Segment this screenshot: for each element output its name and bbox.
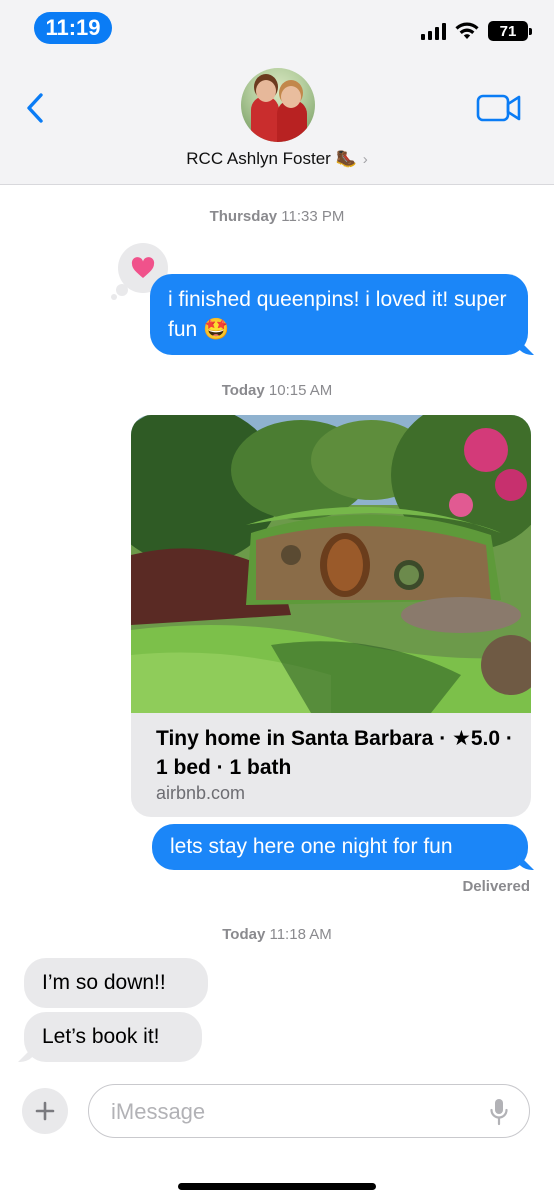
timestamp: Thursday 11:33 PM bbox=[209, 208, 345, 225]
status-time[interactable]: 11:19 bbox=[34, 12, 112, 44]
back-button[interactable] bbox=[20, 88, 50, 128]
apps-plus-button[interactable] bbox=[22, 1088, 68, 1134]
microphone-icon[interactable] bbox=[489, 1098, 509, 1126]
link-preview-image bbox=[131, 415, 531, 713]
wifi-icon bbox=[455, 22, 479, 39]
contact-name-button[interactable]: RCC Ashlyn Foster 🥾 › bbox=[0, 149, 554, 169]
battery-level: 71 bbox=[499, 22, 517, 40]
link-preview-card[interactable]: Tiny home in Santa Barbara · ★5.0 · 1 be… bbox=[131, 415, 531, 817]
outgoing-message[interactable]: i finished queenpins! i loved it! super … bbox=[150, 274, 528, 355]
heart-icon bbox=[131, 257, 155, 278]
signal-icon bbox=[421, 22, 446, 40]
conversation-header: 11:19 71 RCC Ashlyn Foster 🥾 › bbox=[0, 0, 554, 185]
message-compose-field[interactable] bbox=[88, 1084, 530, 1138]
link-preview-domain: airbnb.com bbox=[156, 783, 246, 803]
message-input[interactable] bbox=[109, 1095, 483, 1129]
home-indicator[interactable] bbox=[178, 1183, 376, 1190]
battery-icon: 71 bbox=[488, 21, 532, 41]
status-icons: 71 bbox=[421, 18, 532, 44]
incoming-message[interactable]: Let’s book it! bbox=[24, 1012, 202, 1062]
delivery-status: Delivered bbox=[462, 878, 530, 895]
incoming-message[interactable]: I’m so down!! bbox=[24, 958, 208, 1008]
timestamp: Today 10:15 AM bbox=[221, 382, 333, 399]
plus-icon bbox=[35, 1101, 55, 1121]
timestamp: Today 11:18 AM bbox=[222, 926, 332, 943]
contact-name: RCC Ashlyn Foster 🥾 bbox=[186, 149, 357, 168]
link-preview-title: Tiny home in Santa Barbara · ★5.0 · 1 be… bbox=[156, 727, 513, 779]
chevron-right-icon: › bbox=[362, 151, 368, 168]
outgoing-message[interactable]: lets stay here one night for fun bbox=[152, 824, 528, 870]
back-chevron-icon bbox=[27, 93, 43, 123]
contact-avatar[interactable] bbox=[241, 68, 315, 142]
video-camera-icon[interactable] bbox=[476, 92, 522, 124]
